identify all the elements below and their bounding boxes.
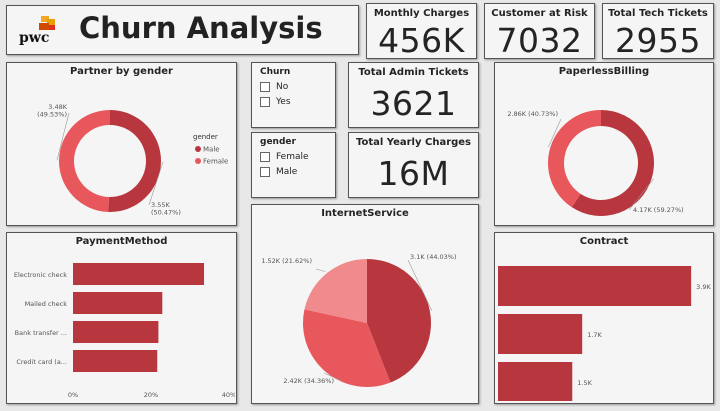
bar[interactable]	[73, 350, 158, 372]
pie-slice[interactable]	[548, 110, 601, 208]
bar[interactable]	[73, 292, 163, 314]
kpi-customer-at-risk: Customer at Risk 7032	[484, 3, 595, 60]
kpi-monthly-charges: Monthly Charges 456K	[366, 3, 477, 60]
slicer-option-female[interactable]: Female	[260, 152, 335, 162]
category-label: Bank transfer ...	[15, 329, 67, 337]
pie-slice[interactable]	[58, 110, 110, 212]
legend-title: gender	[193, 133, 218, 141]
bar[interactable]	[498, 266, 692, 306]
category-label: Credit card (a...	[16, 358, 67, 366]
kpi-label: Customer at Risk	[491, 8, 588, 19]
page-title: Churn Analysis	[79, 11, 323, 45]
x-tick-label: 20%	[144, 391, 158, 399]
data-label: 3.48K (49.53%)	[37, 103, 68, 119]
data-label: 2.42K (34.36%)	[283, 377, 334, 385]
slicer-option-no[interactable]: No	[260, 82, 335, 92]
pie-slice[interactable]	[108, 110, 161, 212]
paperless-billing-card: PaperlessBilling 4.17K (59.27%) 2.86K (40…	[494, 62, 714, 226]
contract-card: Contract 3.9K 1.7K 1.5K	[494, 232, 714, 404]
slicer-option-yes[interactable]: Yes	[260, 97, 335, 107]
bar[interactable]	[73, 321, 159, 343]
slicer-option-male[interactable]: Male	[260, 167, 335, 177]
kpi-value: 7032	[496, 21, 583, 60]
data-label: 1.5K	[577, 379, 592, 387]
header-card: pwc Churn Analysis	[6, 5, 359, 55]
slicer-title: gender	[260, 137, 296, 147]
checkbox-icon[interactable]	[260, 97, 270, 107]
chart-title: InternetService	[321, 208, 409, 219]
kpi-label: Total Tech Tickets	[608, 8, 708, 19]
chart-title: Contract	[579, 236, 629, 247]
option-label: Male	[276, 167, 298, 177]
data-label: 4.17K (59.27%)	[633, 206, 684, 214]
churn-slicer: Churn No Yes	[251, 62, 336, 128]
category-label: Electronic check	[14, 271, 67, 279]
kpi-total-yearly-charges: Total Yearly Charges 16M	[348, 132, 479, 198]
paperless-billing-chart: 4.17K (59.27%) 2.86K (40.73%)	[507, 110, 684, 216]
kpi-label: Total Admin Tickets	[358, 67, 469, 78]
checkbox-icon[interactable]	[260, 167, 270, 177]
data-label: 3.1K (44.03%)	[410, 253, 457, 261]
leader-line	[315, 268, 326, 272]
kpi-label: Total Yearly Charges	[355, 137, 472, 148]
data-label: 1.7K	[587, 331, 602, 339]
pwc-logo-text: pwc	[19, 30, 50, 46]
payment-method-chart: Electronic check Mailed check Bank transfe…	[14, 263, 235, 399]
pwc-logo: pwc	[19, 16, 59, 50]
legend-marker	[195, 158, 201, 164]
partner-by-gender-chart: 3.55K (50.47%) 3.48K (49.53%) gender Male Fema…	[37, 103, 228, 217]
bar[interactable]	[498, 314, 583, 354]
kpi-total-admin-tickets: Total Admin Tickets 3621	[348, 62, 479, 128]
payment-method-card: PaymentMethod Electronic check Mailed che…	[6, 232, 237, 404]
chart-title: PaperlessBilling	[558, 66, 650, 77]
internet-service-card: InternetService 3.1K (44.03%) 2.42K (34.3…	[251, 204, 479, 404]
gender-slicer: gender Female Male	[251, 132, 336, 198]
contract-chart: 3.9K 1.7K 1.5K	[498, 266, 711, 401]
kpi-value: 3621	[370, 84, 457, 123]
partner-by-gender-card: Partner by gender 3.55K (50.47%) 3.48K (49.…	[6, 62, 237, 226]
chart-title: PaymentMethod	[75, 236, 168, 247]
data-label: 3.55K (50.47%)	[151, 201, 181, 217]
bar[interactable]	[498, 362, 573, 401]
option-label: Yes	[276, 97, 291, 107]
checkbox-icon[interactable]	[260, 82, 270, 92]
legend-label: Male	[203, 146, 220, 154]
category-label: Mailed check	[25, 300, 68, 308]
option-label: No	[276, 82, 289, 92]
data-label: 3.9K	[696, 283, 711, 291]
checkbox-icon[interactable]	[260, 152, 270, 162]
option-label: Female	[276, 152, 309, 162]
kpi-value: 2955	[615, 21, 701, 60]
data-label: 1.52K (21.62%)	[261, 257, 312, 265]
legend-marker	[195, 146, 201, 152]
x-tick-label: 0%	[68, 391, 78, 399]
kpi-label: Monthly Charges	[373, 8, 470, 19]
kpi-value: 16M	[377, 154, 450, 193]
x-tick-label: 40%	[222, 391, 235, 399]
bar[interactable]	[73, 263, 205, 285]
data-label: 2.86K (40.73%)	[507, 110, 558, 118]
kpi-total-tech-tickets: Total Tech Tickets 2955	[602, 3, 714, 60]
kpi-value: 456K	[378, 21, 465, 60]
legend-label: Female	[203, 158, 228, 166]
slicer-title: Churn	[260, 67, 291, 77]
chart-title: Partner by gender	[70, 66, 173, 77]
internet-service-chart: 3.1K (44.03%) 2.42K (34.36%) 1.52K (21.62%…	[261, 253, 457, 387]
